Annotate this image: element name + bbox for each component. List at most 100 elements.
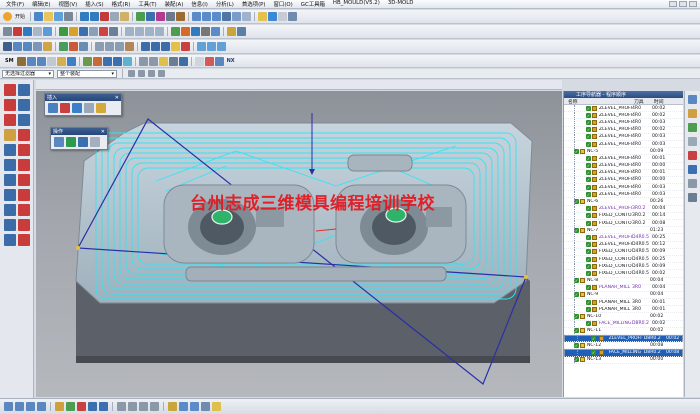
measure-angle-icon[interactable]: [190, 402, 199, 411]
type-filter-select[interactable]: 无选择过滤器 ▾: [2, 69, 54, 78]
create-method-icon[interactable]: [84, 103, 94, 113]
operation-row[interactable]: ✓ ZLEVEL_PROFI 4R0 00:00: [564, 162, 683, 170]
show-icon[interactable]: [136, 12, 146, 21]
operation-row[interactable]: ✓ ZLEVEL_PROFI 4R0 00:01: [564, 155, 683, 163]
snap-mid-icon[interactable]: [148, 70, 155, 77]
operation-row[interactable]: ✓ ZLEVEL_PROFI 3R0.2 00:04: [564, 205, 683, 213]
graphics-viewport[interactable]: 插入 ✕ 操作 ✕: [36, 91, 562, 397]
operation-row[interactable]: ✓ FIXED_CONTO D4R0.5 00:02: [564, 270, 683, 278]
rectangle-icon[interactable]: [4, 99, 16, 111]
cut-icon[interactable]: [100, 12, 110, 21]
view-front-icon[interactable]: [4, 402, 13, 411]
body-snap-icon[interactable]: [150, 402, 159, 411]
copy-icon[interactable]: [110, 12, 120, 21]
operation-row[interactable]: ✓ ZLEVEL_PROFI 4R0 00:02: [564, 105, 683, 113]
col-tool-header[interactable]: 刀具: [634, 98, 654, 105]
operation-row[interactable]: ✓ ZLEVEL_PROFI 4R0 00:01: [564, 169, 683, 177]
save-icon[interactable]: [54, 12, 64, 21]
rotate-icon[interactable]: [212, 12, 222, 21]
hole-icon[interactable]: [33, 42, 42, 51]
operation-row[interactable]: ✓ PLANAR_MILL 3R0 00:01: [564, 306, 683, 314]
face-snap-icon[interactable]: [139, 402, 148, 411]
intersect-icon[interactable]: [79, 42, 88, 51]
view-top-icon[interactable]: [15, 402, 24, 411]
panel-close-icon[interactable]: ✕: [101, 129, 105, 135]
menu-item[interactable]: 窗口(O): [270, 0, 297, 8]
shop-doc-icon[interactable]: [109, 27, 118, 36]
slider-icon[interactable]: [92, 56, 102, 66]
menu-item[interactable]: 装配(A): [161, 0, 188, 8]
program-group-row[interactable]: ✓ NC-12 00:08: [564, 342, 683, 350]
snap-center-icon[interactable]: [158, 70, 165, 77]
operation-row[interactable]: ✓ ZLEVEL_PROFI 4R0 00:00: [564, 176, 683, 185]
create-method-icon[interactable]: [33, 27, 42, 36]
program-group-row[interactable]: ✓ NC-8 00:04: [564, 277, 683, 285]
generate-icon[interactable]: [59, 27, 68, 36]
operation-row[interactable]: ✓ ZLEVEL_PROFI 4R0 00:03: [564, 191, 683, 199]
trim-curve-icon[interactable]: [18, 144, 30, 156]
operation-row[interactable]: ✓ FACE_MILLING D8R0.2 00:02: [564, 320, 683, 328]
mirror-curve-icon[interactable]: [18, 234, 30, 246]
bom-icon[interactable]: [168, 56, 178, 66]
electrode-icon[interactable]: [138, 56, 148, 66]
hide-icon[interactable]: [88, 402, 97, 411]
object-display-icon[interactable]: [237, 27, 246, 36]
sync-delete-icon[interactable]: [217, 42, 226, 51]
intersect-curve-icon[interactable]: [4, 174, 16, 186]
replay-icon[interactable]: [66, 137, 76, 147]
layout-icon[interactable]: [46, 56, 56, 66]
sketch-icon[interactable]: [3, 42, 12, 51]
datum-plane-icon[interactable]: [171, 42, 180, 51]
create-operation-icon[interactable]: [43, 27, 52, 36]
offset-curve-icon[interactable]: [4, 129, 16, 141]
verify-icon[interactable]: [79, 27, 88, 36]
roles-icon[interactable]: [688, 165, 697, 174]
gate-icon[interactable]: [102, 56, 112, 66]
cube-view-icon[interactable]: [268, 12, 278, 21]
system-materials-icon[interactable]: [688, 193, 697, 202]
ellipse-icon[interactable]: [4, 204, 16, 216]
menu-item[interactable]: 编辑(E): [28, 0, 54, 8]
menu-item[interactable]: 格式(R): [108, 0, 135, 8]
scale-curve-icon[interactable]: [4, 234, 16, 246]
operation-row[interactable]: ✓ ZLEVEL_PROFI 4R0 00:03: [564, 140, 683, 149]
zoom-icon[interactable]: [202, 12, 212, 21]
select-box-icon[interactable]: [278, 12, 288, 21]
mold-wizard-icon[interactable]: [16, 56, 26, 66]
edit-object-icon[interactable]: [171, 27, 180, 36]
runner-icon[interactable]: [112, 56, 122, 66]
col-time-header[interactable]: 时间: [654, 98, 668, 105]
create-geometry-icon[interactable]: [23, 27, 32, 36]
fillet-curve-icon[interactable]: [18, 204, 30, 216]
operation-row[interactable]: ✓ ZLEVEL_PROFI D4R0.5 00:25: [564, 234, 683, 242]
draft-icon[interactable]: [125, 42, 134, 51]
operation-row[interactable]: ✓ FIXED_CONTO 3R0.2 00:08: [564, 220, 683, 228]
move-object-icon[interactable]: [66, 402, 75, 411]
snap-icon[interactable]: [288, 12, 298, 21]
arc-icon[interactable]: [18, 84, 30, 96]
menu-item[interactable]: 首选项(P): [238, 0, 270, 8]
ejector-icon[interactable]: [82, 56, 92, 66]
menu-item[interactable]: 3D-MOLD: [384, 0, 418, 8]
menu-item[interactable]: GC工具箱: [297, 0, 329, 8]
text-icon[interactable]: [18, 129, 30, 141]
web-browser-icon[interactable]: [688, 179, 697, 188]
geometry-view-icon[interactable]: [145, 27, 154, 36]
program-group-row[interactable]: ✓ NC-9 00:04: [564, 291, 683, 300]
split-body-icon[interactable]: [161, 42, 170, 51]
program-group-row[interactable]: ✓ NC-6 00:26: [564, 198, 683, 206]
menu-item[interactable]: 信息(I): [187, 0, 212, 8]
verify-icon[interactable]: [78, 137, 88, 147]
trim-body-icon[interactable]: [151, 42, 160, 51]
point-snap-icon[interactable]: [117, 402, 126, 411]
operation-row[interactable]: ✓ ZLEVEL_PROFI D4R0.5 00:12: [564, 241, 683, 249]
view-fit-icon[interactable]: [192, 12, 202, 21]
trim-die-icon[interactable]: [148, 56, 158, 66]
folder-icon[interactable]: [258, 12, 268, 21]
join-curve-icon[interactable]: [4, 159, 16, 171]
sync-pull-icon[interactable]: [207, 42, 216, 51]
check-icon[interactable]: [204, 56, 214, 66]
moldbase-icon[interactable]: [56, 56, 66, 66]
workpiece-icon[interactable]: [36, 56, 46, 66]
menu-item[interactable]: 分析(L): [212, 0, 238, 8]
